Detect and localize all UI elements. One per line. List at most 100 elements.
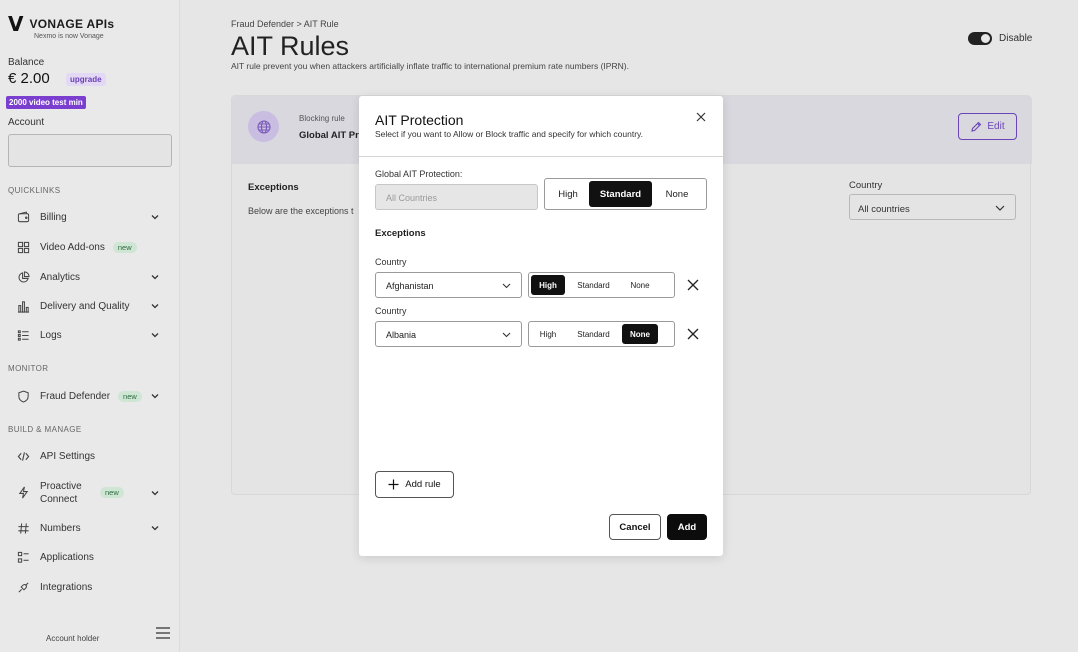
sidebar-item-label: Video Add-ons — [40, 241, 105, 253]
sidebar-item-label: Numbers — [40, 522, 81, 534]
sidebar-item-label: API Settings — [40, 450, 96, 462]
row-country-value: Albania — [386, 330, 417, 340]
sidebar-item-video-addons[interactable]: Video Add-ons new — [16, 237, 166, 257]
global-countries-field: All Countries — [375, 184, 538, 210]
sidebar: V VONAGE APIs Nexmo is now Vonage Balanc… — [0, 0, 180, 652]
account-holder: Account holder — [46, 634, 100, 643]
sidebar-item-numbers[interactable]: Numbers — [16, 518, 166, 538]
build-manage-heading: BUILD & MANAGE — [8, 425, 82, 434]
edit-label: Edit — [987, 121, 1005, 132]
level-high-option[interactable]: High — [547, 181, 589, 207]
disable-toggle[interactable] — [968, 32, 992, 45]
shield-icon — [16, 389, 30, 403]
chevron-down-icon — [151, 333, 159, 338]
blocking-rule-label: Blocking rule — [299, 114, 345, 123]
chevron-down-icon — [151, 304, 159, 309]
breadcrumb[interactable]: Fraud Defender > AIT Rule — [231, 19, 339, 29]
sidebar-item-label: Billing — [40, 211, 67, 223]
level-high-option[interactable]: High — [531, 275, 565, 295]
chevron-down-icon — [502, 332, 511, 338]
sidebar-item-label: Logs — [40, 329, 62, 341]
hash-icon — [16, 521, 30, 535]
exceptions-description: Below are the exceptions t — [248, 206, 354, 216]
sidebar-item-delivery-quality[interactable]: Delivery and Quality — [16, 296, 166, 316]
sidebar-item-label: Integrations — [40, 581, 93, 593]
global-protection-label: Global AIT Protection: — [375, 169, 463, 179]
country-filter-label: Country — [849, 180, 883, 191]
level-none-option[interactable]: None — [622, 324, 658, 344]
chevron-down-icon — [151, 215, 159, 220]
level-standard-option[interactable]: Standard — [565, 324, 622, 344]
row-level-selector: High Standard None — [528, 272, 675, 298]
cancel-button[interactable]: Cancel — [609, 514, 661, 540]
pie-chart-icon — [16, 270, 30, 284]
close-icon[interactable] — [695, 111, 707, 123]
sidebar-item-label: Applications — [40, 551, 94, 563]
level-none-option[interactable]: None — [622, 275, 658, 295]
row-country-value: Afghanistan — [386, 281, 434, 291]
add-rule-label: Add rule — [405, 479, 441, 490]
row-country-select[interactable]: Afghanistan — [375, 272, 522, 298]
row-country-label: Country — [375, 257, 407, 267]
modal-divider — [359, 156, 723, 157]
sidebar-item-label: Proactive Connect — [40, 481, 82, 505]
account-select[interactable] — [8, 134, 172, 167]
remove-row-icon[interactable] — [687, 328, 699, 340]
menu-icon[interactable] — [156, 627, 170, 639]
chevron-down-icon — [151, 491, 159, 496]
chevron-down-icon — [502, 283, 511, 289]
plus-icon — [388, 479, 399, 490]
chevron-down-icon — [151, 526, 159, 531]
sidebar-item-fraud-defender[interactable]: Fraud Defender new — [16, 386, 166, 406]
remove-row-icon[interactable] — [687, 279, 699, 291]
sidebar-item-api-settings[interactable]: API Settings — [16, 446, 166, 466]
grid-icon — [16, 240, 30, 254]
new-badge: new — [118, 390, 142, 402]
add-button[interactable]: Add — [667, 514, 707, 540]
exceptions-title: Exceptions — [248, 182, 299, 193]
sidebar-item-proactive-connect[interactable]: Proactive Connect new — [16, 480, 166, 506]
level-high-option[interactable]: High — [531, 324, 565, 344]
ait-protection-modal: AIT Protection Select if you want to All… — [359, 96, 723, 556]
apps-icon — [16, 550, 30, 564]
account-label: Account — [8, 117, 45, 128]
add-rule-button[interactable]: Add rule — [375, 471, 454, 498]
page-title: AIT Rules — [231, 31, 350, 61]
sidebar-item-integrations[interactable]: Integrations — [16, 577, 166, 597]
globe-icon — [248, 111, 279, 142]
brand-name: VONAGE APIs — [29, 17, 115, 31]
balance-value: € 2.00 — [8, 70, 50, 87]
balance-label: Balance — [8, 57, 45, 68]
exceptions-label: Exceptions — [375, 228, 426, 239]
row-country-select[interactable]: Albania — [375, 321, 522, 347]
pencil-icon — [971, 121, 982, 132]
plug-icon — [16, 580, 30, 594]
lightning-icon — [16, 485, 30, 499]
page-description: AIT rule prevent you when attackers arti… — [231, 61, 629, 71]
video-test-badge: 2000 video test min — [6, 96, 86, 109]
level-standard-option[interactable]: Standard — [565, 275, 622, 295]
modal-title: AIT Protection — [375, 112, 464, 128]
chevron-down-icon — [151, 394, 159, 399]
sidebar-item-billing[interactable]: Billing — [16, 207, 166, 227]
brand[interactable]: V VONAGE APIs — [8, 14, 114, 34]
level-none-option[interactable]: None — [652, 181, 702, 207]
sidebar-item-applications[interactable]: Applications — [16, 547, 166, 567]
upgrade-button[interactable]: upgrade — [66, 73, 106, 86]
list-icon — [16, 328, 30, 342]
modal-subtitle: Select if you want to Allow or Block tra… — [375, 129, 644, 139]
sidebar-item-analytics[interactable]: Analytics — [16, 267, 166, 287]
edit-button[interactable]: Edit — [958, 113, 1017, 140]
country-filter-select[interactable]: All countries — [849, 194, 1016, 220]
monitor-heading: MONITOR — [8, 364, 49, 373]
vonage-logo-icon: V — [8, 12, 24, 36]
row-country-label: Country — [375, 306, 407, 316]
quicklinks-heading: QUICKLINKS — [8, 186, 61, 195]
bar-chart-icon — [16, 299, 30, 313]
new-badge: new — [100, 487, 124, 498]
level-standard-option[interactable]: Standard — [589, 181, 652, 207]
sidebar-item-logs[interactable]: Logs — [16, 325, 166, 345]
sidebar-item-label: Analytics — [40, 271, 81, 283]
wallet-icon — [16, 210, 30, 224]
brand-subtitle: Nexmo is now Vonage — [34, 33, 104, 40]
